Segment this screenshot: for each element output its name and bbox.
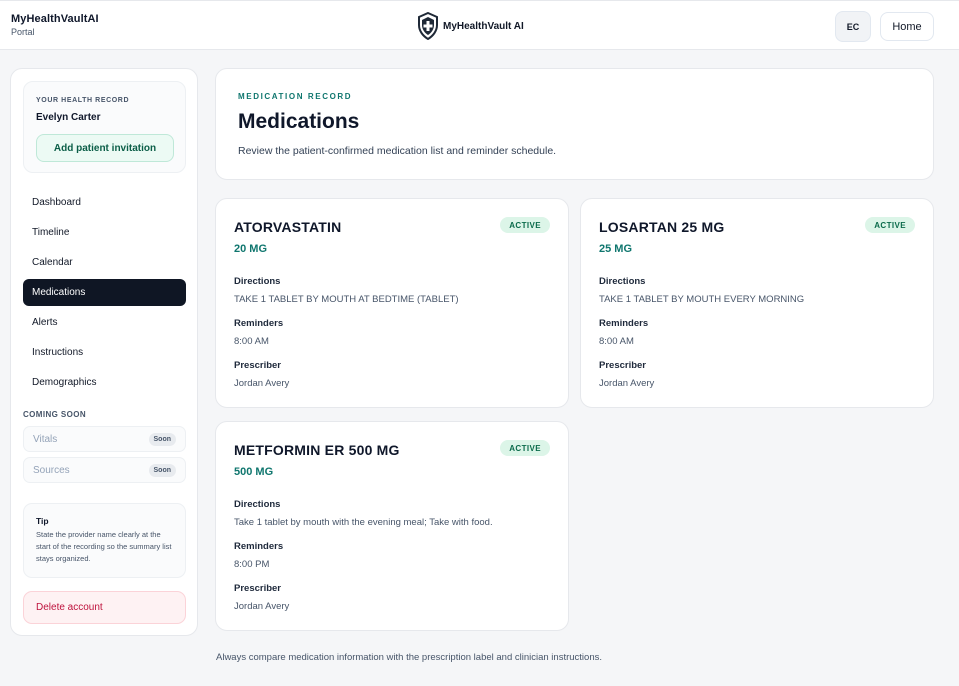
reminders-label: Reminders xyxy=(234,318,284,329)
medication-card: ATORVASTATIN 20 MG ACTIVE Directions TAK… xyxy=(215,198,569,408)
reminders-label: Reminders xyxy=(234,541,284,552)
sidebar-item-dashboard[interactable]: Dashboard xyxy=(23,189,186,216)
brand-name: MyHealthVaultAI xyxy=(11,13,99,25)
medication-name: ATORVASTATIN xyxy=(234,219,342,235)
sidebar-item-sources: Sources Soon xyxy=(23,457,186,483)
tip-title: Tip xyxy=(36,516,49,526)
patient-name: Evelyn Carter xyxy=(36,112,101,123)
status-badge: ACTIVE xyxy=(865,217,915,233)
footer-note: Always compare medication information wi… xyxy=(216,652,602,663)
tip-text: State the provider name clearly at the s… xyxy=(36,530,172,563)
status-badge: ACTIVE xyxy=(500,440,550,456)
center-logo[interactable]: MyHealthVault AI xyxy=(417,12,524,40)
prescriber-label: Prescriber xyxy=(234,360,282,371)
brand[interactable]: MyHealthVaultAI Portal xyxy=(11,13,99,37)
prescriber-label: Prescriber xyxy=(234,583,282,594)
sidebar-item-demographics[interactable]: Demographics xyxy=(23,369,186,396)
record-eyebrow: YOUR HEALTH RECORD xyxy=(36,97,130,104)
medication-dose: 20 MG xyxy=(234,243,268,255)
directions-label: Directions xyxy=(234,499,281,510)
sidebar-item-vitals: Vitals Soon xyxy=(23,426,186,452)
logo-text: MyHealthVault AI xyxy=(443,20,524,32)
sidebar-item-label: Vitals xyxy=(33,433,58,445)
medication-dose: 500 MG xyxy=(234,466,274,478)
page-subtitle: Review the patient-confirmed medication … xyxy=(238,145,557,157)
brand-subtitle: Portal xyxy=(11,27,35,37)
prescriber-value: Jordan Avery xyxy=(599,378,655,389)
reminders-label: Reminders xyxy=(599,318,649,329)
health-record-panel: YOUR HEALTH RECORD Evelyn Carter Add pat… xyxy=(23,81,186,173)
prescriber-value: Jordan Avery xyxy=(234,378,290,389)
sidebar: YOUR HEALTH RECORD Evelyn Carter Add pat… xyxy=(10,68,198,636)
directions-label: Directions xyxy=(234,276,281,287)
sidebar-item-instructions[interactable]: Instructions xyxy=(23,339,186,366)
shield-cross-icon xyxy=(417,12,439,40)
prescriber-label: Prescriber xyxy=(599,360,647,371)
medication-card: LOSARTAN 25 MG 25 MG ACTIVE Directions T… xyxy=(580,198,934,408)
sidebar-item-label: Sources xyxy=(33,464,70,476)
medication-card: METFORMIN ER 500 MG 500 MG ACTIVE Direct… xyxy=(215,421,569,631)
reminders-value: 8:00 AM xyxy=(599,336,634,347)
soon-badge: Soon xyxy=(148,433,176,446)
medication-dose: 25 MG xyxy=(599,243,633,255)
page-header-card: MEDICATION RECORD Medications Review the… xyxy=(215,68,934,180)
sidebar-item-calendar[interactable]: Calendar xyxy=(23,249,186,276)
soon-badge: Soon xyxy=(148,464,176,477)
delete-account-button[interactable]: Delete account xyxy=(23,591,186,624)
tip-panel: Tip State the provider name clearly at t… xyxy=(23,503,186,578)
medication-name: METFORMIN ER 500 MG xyxy=(234,442,400,458)
directions-label: Directions xyxy=(599,276,646,287)
coming-soon-heading: COMING SOON xyxy=(23,410,87,419)
top-bar: MyHealthVaultAI Portal MyHealthVault AI … xyxy=(0,0,959,50)
page-title: Medications xyxy=(238,110,360,133)
page-eyebrow: MEDICATION RECORD xyxy=(238,92,353,101)
directions-value: TAKE 1 TABLET BY MOUTH AT BEDTIME (TABLE… xyxy=(234,294,459,305)
avatar[interactable]: EC xyxy=(835,11,871,42)
directions-value: Take 1 tablet by mouth with the evening … xyxy=(234,517,493,528)
sidebar-item-alerts[interactable]: Alerts xyxy=(23,309,186,336)
medication-name: LOSARTAN 25 MG xyxy=(599,219,725,235)
add-patient-invitation-button[interactable]: Add patient invitation xyxy=(36,134,174,162)
home-button[interactable]: Home xyxy=(880,12,934,41)
sidebar-item-medications[interactable]: Medications xyxy=(23,279,186,306)
status-badge: ACTIVE xyxy=(500,217,550,233)
reminders-value: 8:00 AM xyxy=(234,336,269,347)
sidebar-item-timeline[interactable]: Timeline xyxy=(23,219,186,246)
reminders-value: 8:00 PM xyxy=(234,559,270,570)
prescriber-value: Jordan Avery xyxy=(234,601,290,612)
directions-value: TAKE 1 TABLET BY MOUTH EVERY MORNING xyxy=(599,294,805,305)
